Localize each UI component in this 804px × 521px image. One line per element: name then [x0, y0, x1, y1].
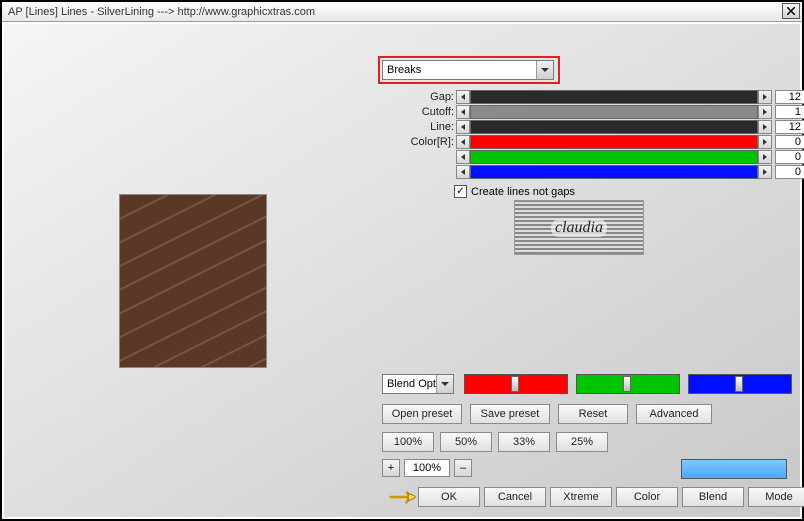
colorr-inc[interactable]	[758, 135, 772, 149]
colorr-dec[interactable]	[456, 135, 470, 149]
blend-dropdown[interactable]: Blend Optic	[382, 374, 454, 394]
reset-button[interactable]: Reset	[558, 404, 628, 424]
xtreme-button[interactable]: Xtreme	[550, 487, 612, 507]
gap-label: Gap:	[404, 91, 456, 103]
open-preset-button[interactable]: Open preset	[382, 404, 462, 424]
colorr-label: Color[R]:	[404, 136, 456, 148]
green-slider[interactable]	[576, 374, 680, 394]
mode-button[interactable]: Mode	[748, 487, 804, 507]
zoom-out-button[interactable]: –	[454, 459, 472, 477]
colorb-slider[interactable]	[470, 165, 758, 179]
logo-text: claudia	[551, 219, 607, 237]
colorb-inc[interactable]	[758, 165, 772, 179]
cutoff-value[interactable]: 1	[775, 105, 804, 119]
gap-value[interactable]: 12	[775, 90, 804, 104]
line-dec[interactable]	[456, 120, 470, 134]
gap-dec[interactable]	[456, 90, 470, 104]
colorg-dec[interactable]	[456, 150, 470, 164]
colorr-slider[interactable]	[470, 135, 758, 149]
close-button[interactable]	[782, 3, 800, 19]
color-button[interactable]: Color	[616, 487, 678, 507]
zoom-in-button[interactable]: +	[382, 459, 400, 477]
zoom-25-button[interactable]: 25%	[556, 432, 608, 452]
gap-slider[interactable]	[470, 90, 758, 104]
gap-inc[interactable]	[758, 90, 772, 104]
zoom-50-button[interactable]: 50%	[440, 432, 492, 452]
line-slider[interactable]	[470, 120, 758, 134]
pointer-hand-icon	[389, 487, 417, 507]
breaks-dropdown-label: Breaks	[387, 64, 421, 76]
zoom-100-button[interactable]: 100%	[382, 432, 434, 452]
dialog-body: Breaks Gap: 12 Cutoff: 1 Line: 12 Color[…	[4, 24, 800, 517]
window-title: AP [Lines] Lines - SilverLining ---> htt…	[8, 6, 315, 18]
cutoff-slider[interactable]	[470, 105, 758, 119]
param-color-g: 0	[404, 150, 804, 164]
line-label: Line:	[404, 121, 456, 133]
breaks-dropdown[interactable]: Breaks	[382, 60, 554, 80]
create-lines-checkbox[interactable]	[454, 185, 467, 198]
colorr-value[interactable]: 0	[775, 135, 804, 149]
colorg-inc[interactable]	[758, 150, 772, 164]
zoom-33-button[interactable]: 33%	[498, 432, 550, 452]
titlebar: AP [Lines] Lines - SilverLining ---> htt…	[2, 2, 802, 22]
create-lines-checkbox-row: Create lines not gaps	[454, 185, 575, 198]
save-preset-button[interactable]: Save preset	[470, 404, 550, 424]
colorb-value[interactable]: 0	[775, 165, 804, 179]
line-inc[interactable]	[758, 120, 772, 134]
param-cutoff: Cutoff: 1	[404, 105, 804, 119]
param-gap: Gap: 12	[404, 90, 804, 104]
param-line: Line: 12	[404, 120, 804, 134]
advanced-button[interactable]: Advanced	[636, 404, 712, 424]
close-icon	[787, 7, 795, 15]
preview-pattern	[120, 195, 266, 367]
ok-button[interactable]: OK	[418, 487, 480, 507]
create-lines-label: Create lines not gaps	[471, 186, 575, 198]
cancel-button[interactable]: Cancel	[484, 487, 546, 507]
chevron-down-icon	[536, 61, 553, 79]
blue-slider[interactable]	[688, 374, 792, 394]
zoom-value[interactable]: 100%	[404, 459, 450, 477]
param-color-b: 0	[404, 165, 804, 179]
bottom-button-row: OK Cancel Xtreme Color Blend Mode	[418, 487, 804, 507]
param-color-r: Color[R]: 0	[404, 135, 804, 149]
line-value[interactable]: 12	[775, 120, 804, 134]
logo-graphic: claudia	[514, 200, 644, 255]
red-slider[interactable]	[464, 374, 568, 394]
colorg-slider[interactable]	[470, 150, 758, 164]
color-swatch[interactable]	[681, 459, 787, 479]
colorb-dec[interactable]	[456, 165, 470, 179]
blend-button[interactable]: Blend	[682, 487, 744, 507]
cutoff-inc[interactable]	[758, 105, 772, 119]
cutoff-label: Cutoff:	[404, 106, 456, 118]
zoom-stepper: + 100% –	[382, 459, 472, 477]
preview-thumbnail	[119, 194, 267, 368]
chevron-down-icon	[436, 375, 453, 393]
colorg-value[interactable]: 0	[775, 150, 804, 164]
cutoff-dec[interactable]	[456, 105, 470, 119]
